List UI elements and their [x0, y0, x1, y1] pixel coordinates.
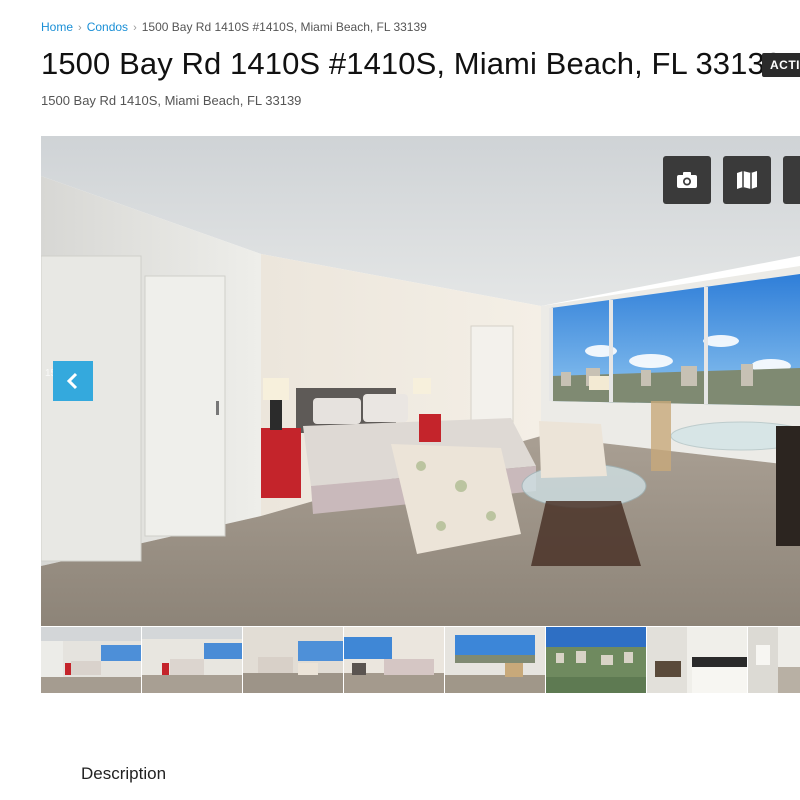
chevron-left-icon: [66, 372, 78, 390]
breadcrumb-separator: ›: [133, 22, 137, 34]
thumbnail[interactable]: [344, 627, 444, 693]
page-title: 1500 Bay Rd 1410S #1410S, Miami Beach, F…: [41, 46, 783, 81]
description-heading: Description: [81, 764, 167, 783]
prev-photo-button[interactable]: [53, 361, 93, 401]
thumbnail[interactable]: [546, 627, 646, 693]
thumbnail[interactable]: [748, 627, 800, 693]
status-badge: ACTIVE: [762, 53, 800, 77]
street-view-button[interactable]: [783, 156, 800, 204]
map-icon: [737, 171, 757, 189]
address-subtitle: 1500 Bay Rd 1410S, Miami Beach, FL 33139: [41, 93, 302, 108]
title-row: 1500 Bay Rd 1410S #1410S, Miami Beach, F…: [41, 46, 782, 82]
thumbnail[interactable]: [243, 627, 343, 693]
breadcrumb-current: 1500 Bay Rd 1410S #1410S, Miami Beach, F…: [141, 20, 427, 34]
breadcrumb-condos-link[interactable]: Condos: [87, 20, 128, 34]
breadcrumb-home-link[interactable]: Home: [41, 20, 73, 34]
thumbnail[interactable]: [445, 627, 545, 693]
breadcrumb: Home › Condos › 1500 Bay Rd 1410S #1410S, Mi…: [41, 20, 427, 34]
breadcrumb-separator: ›: [78, 22, 82, 34]
photos-button[interactable]: [663, 156, 711, 204]
thumbnail-strip: [41, 627, 800, 693]
camera-icon: [677, 172, 697, 188]
photo-gallery[interactable]: 15273: [41, 136, 800, 626]
main-listing-photo: [41, 136, 800, 626]
thumbnail[interactable]: [142, 627, 242, 693]
map-button[interactable]: [723, 156, 771, 204]
thumbnail[interactable]: [647, 627, 747, 693]
thumbnail[interactable]: [41, 627, 141, 693]
